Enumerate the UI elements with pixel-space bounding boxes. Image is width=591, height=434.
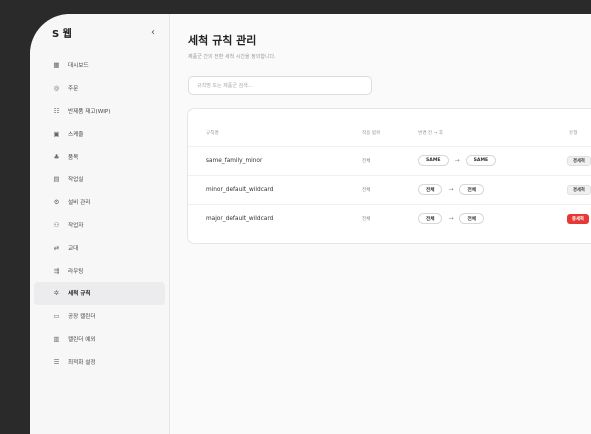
to-family-badge: SAME bbox=[465, 155, 497, 166]
sidebar-item-11[interactable]: ▭ 공장 캘린더 bbox=[34, 305, 165, 328]
sidebar-item-label: 반제품 재고(WIP) bbox=[68, 108, 111, 115]
nav-icon: ☷ bbox=[53, 106, 60, 115]
from-family-badge: 전체 bbox=[418, 213, 443, 224]
nav-icon: ⇶ bbox=[53, 266, 60, 275]
sidebar-item-label: 설비 관리 bbox=[68, 200, 91, 207]
from-family-badge: SAME bbox=[418, 155, 449, 166]
nav-icon: ⚙ bbox=[53, 198, 60, 207]
sidebar-item-7[interactable]: ⚇ 작업자 bbox=[34, 214, 165, 237]
to-family-badge: 전체 bbox=[459, 184, 484, 195]
type-badge: 중세척 bbox=[567, 213, 589, 224]
sidebar-item-13[interactable]: ☰ 최적화 설정 bbox=[34, 350, 165, 373]
sidebar-item-label: 최적화 설정 bbox=[68, 359, 96, 366]
sidebar-item-9[interactable]: ⇶ 라우팅 bbox=[34, 259, 165, 282]
column-header-scope: 적용 범위 bbox=[362, 131, 381, 136]
sidebar-item-label: 라우팅 bbox=[68, 268, 84, 275]
arrow-right-icon: → bbox=[448, 186, 454, 193]
rule-name: major_default_wildcard bbox=[206, 215, 274, 222]
sidebar-item-3[interactable]: ▣ 스케줄 bbox=[34, 122, 165, 145]
sidebar-item-label: 스케줄 bbox=[68, 131, 84, 138]
arrow-right-icon: → bbox=[454, 157, 460, 164]
rule-scope: 전체 bbox=[362, 158, 371, 164]
table-row[interactable]: minor_default_wildcard 전체 전체 → 전체 경세척 bbox=[188, 175, 591, 203]
sidebar-item-label: 교대 bbox=[68, 245, 79, 252]
rule-scope: 전체 bbox=[362, 187, 371, 193]
sidebar-item-6[interactable]: ⚙ 설비 관리 bbox=[34, 191, 165, 214]
table-row[interactable]: major_default_wildcard 전체 전체 → 전체 중세척 bbox=[188, 204, 591, 232]
sidebar-item-label: 작업실 bbox=[68, 177, 84, 184]
nav-icon: ▣ bbox=[53, 129, 60, 138]
sidebar-item-label: 품목 bbox=[68, 154, 79, 161]
arrow-right-icon: → bbox=[448, 215, 454, 222]
sidebar-item-label: 작업자 bbox=[68, 222, 84, 229]
sidebar-item-5[interactable]: ▤ 작업실 bbox=[34, 168, 165, 191]
to-family-badge: 전체 bbox=[459, 213, 484, 224]
nav-icon: ▤ bbox=[53, 175, 60, 184]
app-window: S 웹 ‹ ▦ 대시보드 ◎ 주문 ☷ 반제품 재고(WIP) ▣ 스케줄 ♣ 품목 ▤ 작업실 ⚙ 설비… bbox=[30, 14, 591, 434]
rule-scope: 전체 bbox=[362, 216, 371, 222]
nav-icon: ▭ bbox=[53, 312, 60, 321]
page-subtitle: 제품군 간의 전환 세척 시간을 정의합니다. bbox=[188, 54, 276, 60]
sidebar-item-10[interactable]: ✲ 세척 규칙 bbox=[34, 281, 165, 305]
brand-logo: S 웹 bbox=[52, 28, 72, 40]
chevron-left-icon[interactable]: ‹ bbox=[151, 27, 155, 38]
type-badge: 경세척 bbox=[567, 155, 591, 166]
sidebar: S 웹 ‹ ▦ 대시보드 ◎ 주문 ☷ 반제품 재고(WIP) ▣ 스케줄 ♣ 품목 ▤ 작업실 ⚙ 설비… bbox=[30, 14, 170, 434]
nav-icon: ⇄ bbox=[53, 243, 60, 252]
nav-icon: ◎ bbox=[53, 84, 60, 93]
nav-icon: ▥ bbox=[53, 334, 60, 343]
sidebar-item-1[interactable]: ◎ 주문 bbox=[34, 77, 165, 100]
sidebar-item-label: 세척 규칙 bbox=[68, 291, 91, 298]
sidebar-item-8[interactable]: ⇄ 교대 bbox=[34, 236, 165, 259]
sidebar-item-0[interactable]: ▦ 대시보드 bbox=[34, 54, 165, 77]
table-row[interactable]: same_family_minor 전체 SAME → SAME 경세척 bbox=[188, 146, 591, 174]
sidebar-item-label: 공장 캘린더 bbox=[68, 314, 96, 321]
column-header-name: 규칙명 bbox=[206, 131, 219, 136]
sidebar-item-label: 캘린더 예외 bbox=[68, 336, 96, 343]
rules-table: 규칙명 적용 범위 변경 전 → 후 유형 same_family_minor 전… bbox=[187, 108, 591, 244]
column-header-transition: 변경 전 → 후 bbox=[418, 131, 444, 136]
nav-icon: ☰ bbox=[53, 357, 60, 366]
main-content: 세척 규칙 관리 제품군 간의 전환 세척 시간을 정의합니다. 규칙명 적용 … bbox=[170, 14, 591, 434]
type-badge: 경세척 bbox=[567, 184, 591, 195]
sidebar-header: S 웹 ‹ bbox=[30, 14, 169, 50]
from-family-badge: 전체 bbox=[418, 184, 443, 195]
nav-icon: ✲ bbox=[53, 289, 60, 298]
sidebar-item-12[interactable]: ▥ 캘린더 예외 bbox=[34, 328, 165, 351]
nav-icon: ♣ bbox=[53, 152, 60, 161]
column-header-type: 유형 bbox=[569, 131, 578, 136]
rule-name: minor_default_wildcard bbox=[206, 186, 274, 193]
sidebar-item-2[interactable]: ☷ 반제품 재고(WIP) bbox=[34, 100, 165, 123]
page-title: 세척 규칙 관리 bbox=[188, 34, 257, 47]
sidebar-item-label: 대시보드 bbox=[68, 63, 89, 70]
sidebar-nav: ▦ 대시보드 ◎ 주문 ☷ 반제품 재고(WIP) ▣ 스케줄 ♣ 품목 ▤ 작업실 ⚙ 설비 관리 ⚇ 작업… bbox=[30, 54, 169, 373]
rule-name: same_family_minor bbox=[206, 157, 263, 164]
sidebar-item-label: 주문 bbox=[68, 86, 79, 93]
sidebar-item-4[interactable]: ♣ 품목 bbox=[34, 145, 165, 168]
nav-icon: ▦ bbox=[53, 61, 60, 70]
search-input[interactable] bbox=[188, 76, 372, 95]
nav-icon: ⚇ bbox=[53, 220, 60, 229]
